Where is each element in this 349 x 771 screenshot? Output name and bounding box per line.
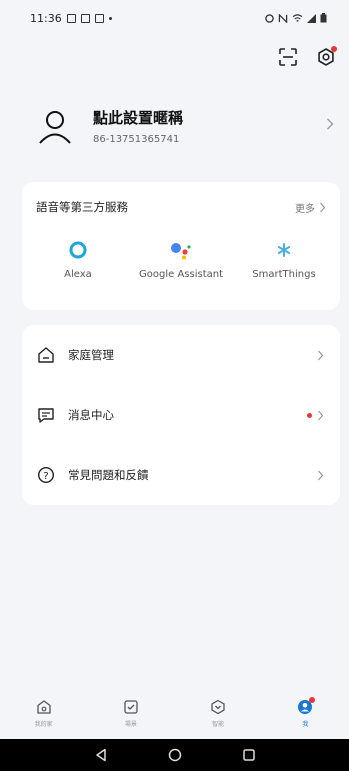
chevron-right-icon: [318, 350, 324, 360]
services-title: 語音等第三方服務: [36, 200, 128, 214]
battery-icon: [320, 13, 327, 23]
tab-label: 我: [302, 721, 309, 728]
home-button-icon[interactable]: [168, 748, 182, 762]
message-icon: [36, 405, 56, 425]
more-link[interactable]: 更多: [295, 200, 326, 215]
tab-smart[interactable]: 智能: [175, 692, 262, 739]
nfc-icon: [278, 13, 288, 23]
chevron-right-icon: [318, 470, 324, 480]
google-assistant-icon: [169, 237, 193, 263]
help-icon: ?: [36, 465, 56, 485]
profile-name: 點此設置暱稱: [93, 109, 184, 127]
chevron-right-icon: [320, 202, 326, 212]
third-party-services-card: 語音等第三方服務 更多 Alexa Google Assistant Smart…: [22, 182, 340, 310]
tab-badge: [309, 697, 316, 703]
status-bar: 11:36: [0, 0, 349, 36]
settings-badge: [331, 46, 337, 52]
more-notifications-icon: [108, 16, 112, 20]
service-smartthings[interactable]: SmartThings: [234, 237, 334, 281]
screenshot-notification-icon: [80, 13, 90, 23]
profile-section[interactable]: 點此設置暱稱 86-13751365741: [20, 96, 340, 156]
tab-label: 我的家: [34, 721, 53, 728]
scan-icon[interactable]: [279, 48, 297, 66]
home-tab-icon: [36, 700, 51, 714]
service-alexa[interactable]: Alexa: [28, 237, 128, 281]
settings-button[interactable]: [317, 46, 337, 66]
menu-item-message-center[interactable]: 消息中心: [22, 385, 340, 445]
menu-label: 家庭管理: [68, 348, 114, 362]
avatar-icon: [39, 111, 71, 144]
menu-card: 家庭管理 消息中心 ? 常見問題和反饋: [22, 325, 340, 505]
mail-notification-icon: [94, 13, 104, 23]
tab-label: 智能: [212, 721, 225, 728]
alarm-icon: [265, 13, 274, 23]
profile-text: 點此設置暱稱 86-13751365741: [93, 107, 183, 145]
top-actions: [279, 46, 337, 66]
services-row: Alexa Google Assistant SmartThings: [22, 237, 340, 281]
system-nav-bar: [0, 739, 349, 771]
scene-tab-icon: [124, 700, 138, 714]
tab-me[interactable]: 我: [262, 692, 349, 739]
chevron-right-icon: [318, 410, 324, 420]
smart-tab-icon: [211, 699, 225, 715]
service-google-assistant[interactable]: Google Assistant: [131, 237, 231, 281]
menu-item-home-management[interactable]: 家庭管理: [22, 325, 340, 385]
gallery-notification-icon: [66, 13, 76, 23]
recents-icon[interactable]: [242, 748, 256, 762]
status-right: [265, 13, 327, 23]
service-label: Alexa: [64, 269, 92, 280]
service-label: Google Assistant: [139, 269, 223, 280]
profile-phone: 86-13751365741: [93, 134, 180, 145]
status-time: 11:36: [30, 11, 62, 25]
services-header: 語音等第三方服務 更多: [22, 182, 340, 215]
tab-my-home[interactable]: 我的家: [0, 692, 87, 739]
home-icon: [36, 345, 56, 365]
chevron-right-icon: [327, 118, 334, 130]
menu-label: 常見問題和反饋: [68, 468, 149, 482]
more-label: 更多: [295, 203, 315, 215]
signal-icon: [307, 13, 316, 23]
smartthings-icon: [276, 237, 292, 263]
tab-scene[interactable]: 場景: [87, 692, 174, 739]
wifi-icon: [292, 13, 303, 22]
menu-item-faq-feedback[interactable]: ? 常見問題和反饋: [22, 445, 340, 505]
menu-label: 消息中心: [68, 408, 114, 422]
svg-text:?: ?: [43, 471, 48, 482]
unread-badge: [307, 412, 312, 418]
alexa-icon: [68, 237, 88, 263]
tab-label: 場景: [124, 721, 137, 728]
status-left: 11:36: [30, 12, 112, 25]
bottom-nav: 我的家 場景 智能 我: [0, 692, 349, 739]
service-label: SmartThings: [252, 269, 316, 280]
back-icon[interactable]: [94, 748, 108, 762]
